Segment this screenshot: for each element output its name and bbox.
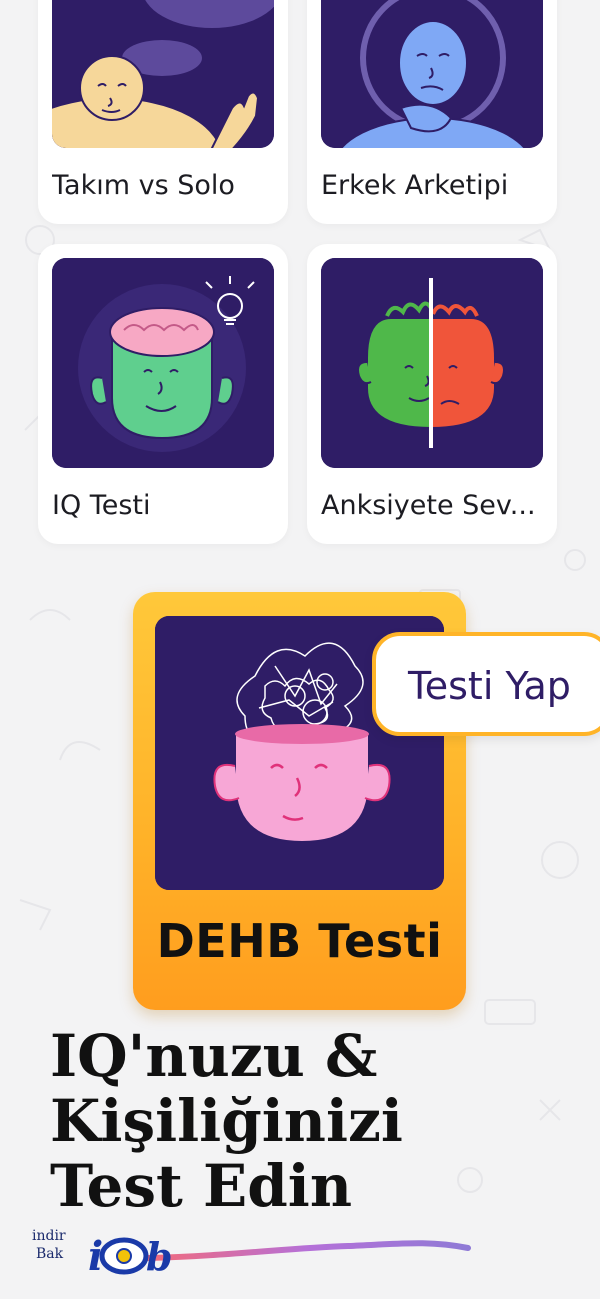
take-test-button[interactable]: Testi Yap [372, 632, 600, 736]
test-card-takim-vs-solo[interactable]: Takım vs Solo [38, 0, 288, 224]
card-label: Takım vs Solo [52, 170, 235, 201]
iob-eye-logo-icon: i b [88, 1233, 471, 1280]
take-test-label: Testi Yap [408, 664, 571, 708]
brain-head-icon [52, 258, 274, 468]
test-card-anksiyete[interactable]: Anksiyete Sev... [307, 244, 557, 544]
split-face-icon [321, 258, 543, 468]
svg-text:b: b [146, 1234, 173, 1279]
watermark: i b indir Bak [28, 1226, 478, 1286]
pondering-man-icon [321, 0, 543, 148]
thinking-person-icon [52, 0, 274, 148]
headline-line-2: Kişiliğinizi [50, 1087, 403, 1155]
headline-line-1: IQ'nuzu & [50, 1022, 378, 1090]
featured-test-title: DEHB Testi [156, 914, 443, 968]
promo-headline: IQ'nuzu & Kişiliğinizi Test Edin [50, 1024, 590, 1219]
watermark-word-2: Bak [36, 1246, 64, 1262]
test-card-iq-testi[interactable]: IQ Testi [38, 244, 288, 544]
card-label: IQ Testi [52, 490, 151, 521]
headline-line-3: Test Edin [50, 1152, 353, 1220]
card-label: Anksiyete Sev... [321, 490, 536, 521]
card-label: Erkek Arketipi [321, 170, 509, 201]
watermark-word-1: indir [32, 1228, 66, 1244]
test-card-erkek-arketipi[interactable]: Erkek Arketipi [307, 0, 557, 224]
